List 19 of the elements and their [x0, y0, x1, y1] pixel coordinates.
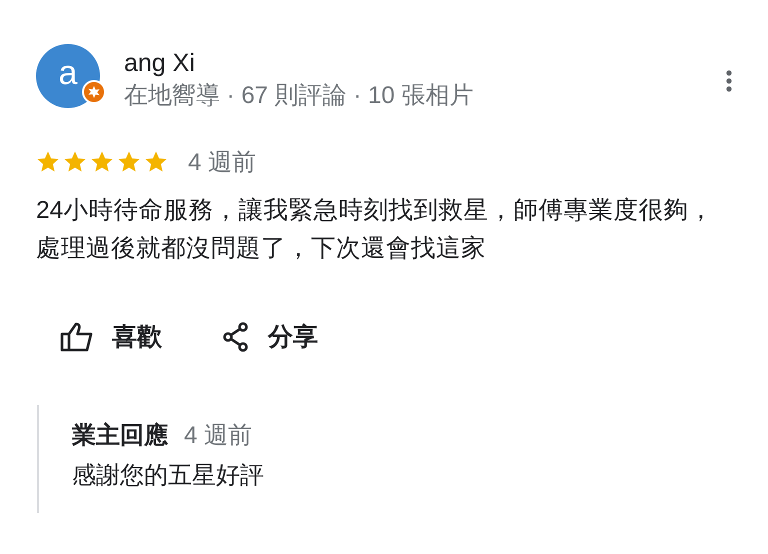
- owner-reply-text: 感謝您的五星好評: [72, 461, 265, 491]
- star-icon: [144, 150, 168, 174]
- review-text: 24小時待命服務，讓我緊急時刻找到救星，師傅專業度很夠，處理過後就都沒問題了，下次還會找這家: [36, 196, 714, 264]
- star-icon: [90, 150, 114, 174]
- owner-reply-title: 業主回應: [72, 421, 168, 451]
- share-button[interactable]: 分享: [222, 320, 318, 353]
- more-options-icon: [726, 70, 732, 92]
- star-icon: [117, 150, 141, 174]
- local-guide-badge-icon: [82, 80, 106, 104]
- like-button[interactable]: 喜歡: [60, 320, 162, 353]
- owner-reply-time: 4 週前: [184, 421, 252, 451]
- review-time: 4 週前: [188, 148, 256, 178]
- reviewer-name[interactable]: ang Xi: [124, 48, 694, 78]
- thumbs-up-icon: [60, 322, 94, 352]
- star-icon: [63, 150, 87, 174]
- reviewer-meta: 在地嚮導 · 67 則評論 · 10 張相片: [124, 81, 474, 111]
- share-icon: [222, 322, 250, 352]
- star-icon: [36, 150, 60, 174]
- avatar[interactable]: a: [36, 44, 100, 108]
